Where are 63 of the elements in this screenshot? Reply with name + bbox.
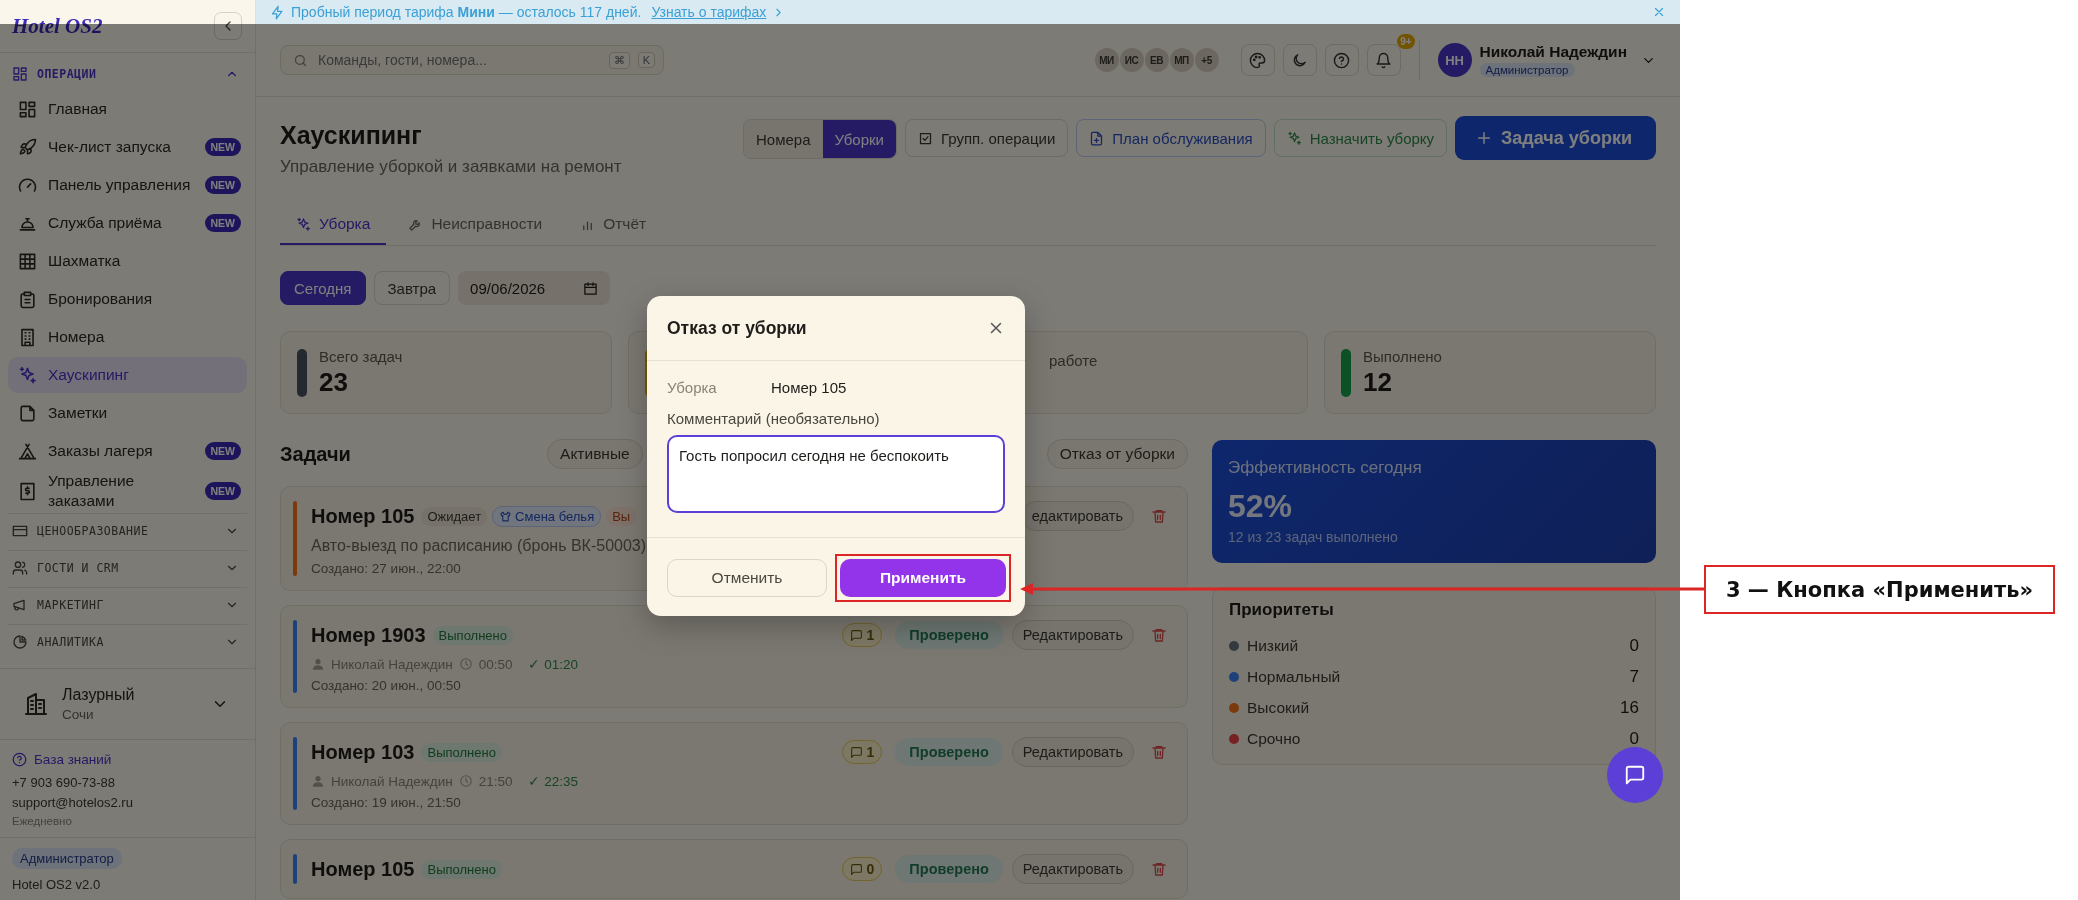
room-title: Номер 105 — [311, 504, 415, 528]
notification-count: 9+ — [1397, 34, 1415, 49]
finish-time: ✓ 01:20 — [528, 656, 578, 672]
field-value: Номер 105 — [771, 379, 847, 396]
stat-label: работе — [1049, 352, 1098, 369]
priority-label: Высокий — [1247, 698, 1311, 717]
comment-count: 0 — [841, 857, 883, 881]
support-email: support@hotelos2.ru — [12, 795, 134, 810]
status-tag: Ожидает — [421, 506, 488, 526]
field-label: Комментарий (необязательно) — [667, 410, 881, 427]
card-title: Приоритеты — [1229, 600, 1335, 620]
stat-label: Выполнено — [1363, 347, 1442, 365]
priority-count: 0 — [1629, 728, 1639, 749]
status-tag: Выполнено — [432, 625, 513, 645]
shortcut-key: ⌘ — [608, 51, 630, 69]
version-label: Hotel OS2 v2.0 — [12, 877, 101, 892]
efficiency-note: 12 из 23 задач выполнено — [1228, 529, 1399, 545]
created-date: Создано: 19 июн., 21:50 — [311, 795, 462, 810]
role-badge: Администратор — [1479, 63, 1575, 77]
room-title: Номер 103 — [311, 740, 415, 764]
page-subtitle: Управление уборкой и заявками на ремонт — [280, 157, 623, 177]
verified-tag: Проверено — [895, 855, 1003, 883]
new-badge: NEW — [204, 442, 241, 460]
stat-value: 12 — [1363, 366, 1393, 398]
dialog-title: Отказ от уборки — [667, 317, 807, 339]
verified-tag: Проверено — [895, 621, 1003, 649]
support-hours: Ежедневно — [12, 815, 73, 827]
section-title: Задачи — [280, 442, 352, 466]
page-title: Хаускипинг — [280, 120, 423, 151]
card-title: Эффективность сегодня — [1228, 458, 1423, 478]
callout-label: 3 — Кнопка «Применить» — [1704, 565, 2055, 614]
room-title: Номер 105 — [311, 857, 415, 881]
verified-tag: Проверено — [895, 738, 1003, 766]
trial-message: Пробный период тарифа Мини — осталось 117 дней. — [291, 4, 642, 20]
priority-label: Низкий — [1247, 636, 1300, 655]
efficiency-value: 52% — [1228, 488, 1294, 525]
phone-number: +7 903 690-73-88 — [12, 775, 116, 790]
status-tag: Выполнено — [421, 742, 502, 762]
new-badge: NEW — [204, 482, 241, 500]
created-date: Создано: 27 июн., 22:00 — [311, 561, 462, 576]
status-tag: Выполнено — [421, 859, 502, 879]
priority-label: Срочно — [1247, 729, 1302, 748]
comment-count: 1 — [841, 740, 883, 764]
status-tag: Вы — [606, 506, 637, 526]
stat-label: Всего задач — [319, 347, 403, 365]
status-tag: Смена белья — [492, 505, 602, 527]
new-badge: NEW — [204, 214, 241, 232]
priority-count: 0 — [1629, 635, 1639, 656]
field-label: Уборка — [667, 379, 718, 396]
comment-count: 1 — [841, 623, 883, 647]
created-date: Создано: 20 июн., 00:50 — [311, 678, 462, 693]
priority-label: Нормальный — [1247, 667, 1342, 686]
new-badge: NEW — [204, 176, 241, 194]
user-name: Николай Надеждин — [1479, 43, 1627, 61]
priority-count: 7 — [1629, 666, 1639, 687]
room-title: Номер 1903 — [311, 623, 426, 647]
stat-value: 23 — [319, 366, 349, 398]
shortcut-key: K — [637, 52, 655, 68]
new-badge: NEW — [204, 138, 241, 156]
finish-time: ✓ 22:35 — [528, 773, 578, 789]
task-description: Авто-выезд по расписанию (бронь ВК-50003) — [311, 537, 648, 555]
role-badge: Администратор — [12, 848, 122, 869]
priority-count: 16 — [1620, 697, 1639, 718]
